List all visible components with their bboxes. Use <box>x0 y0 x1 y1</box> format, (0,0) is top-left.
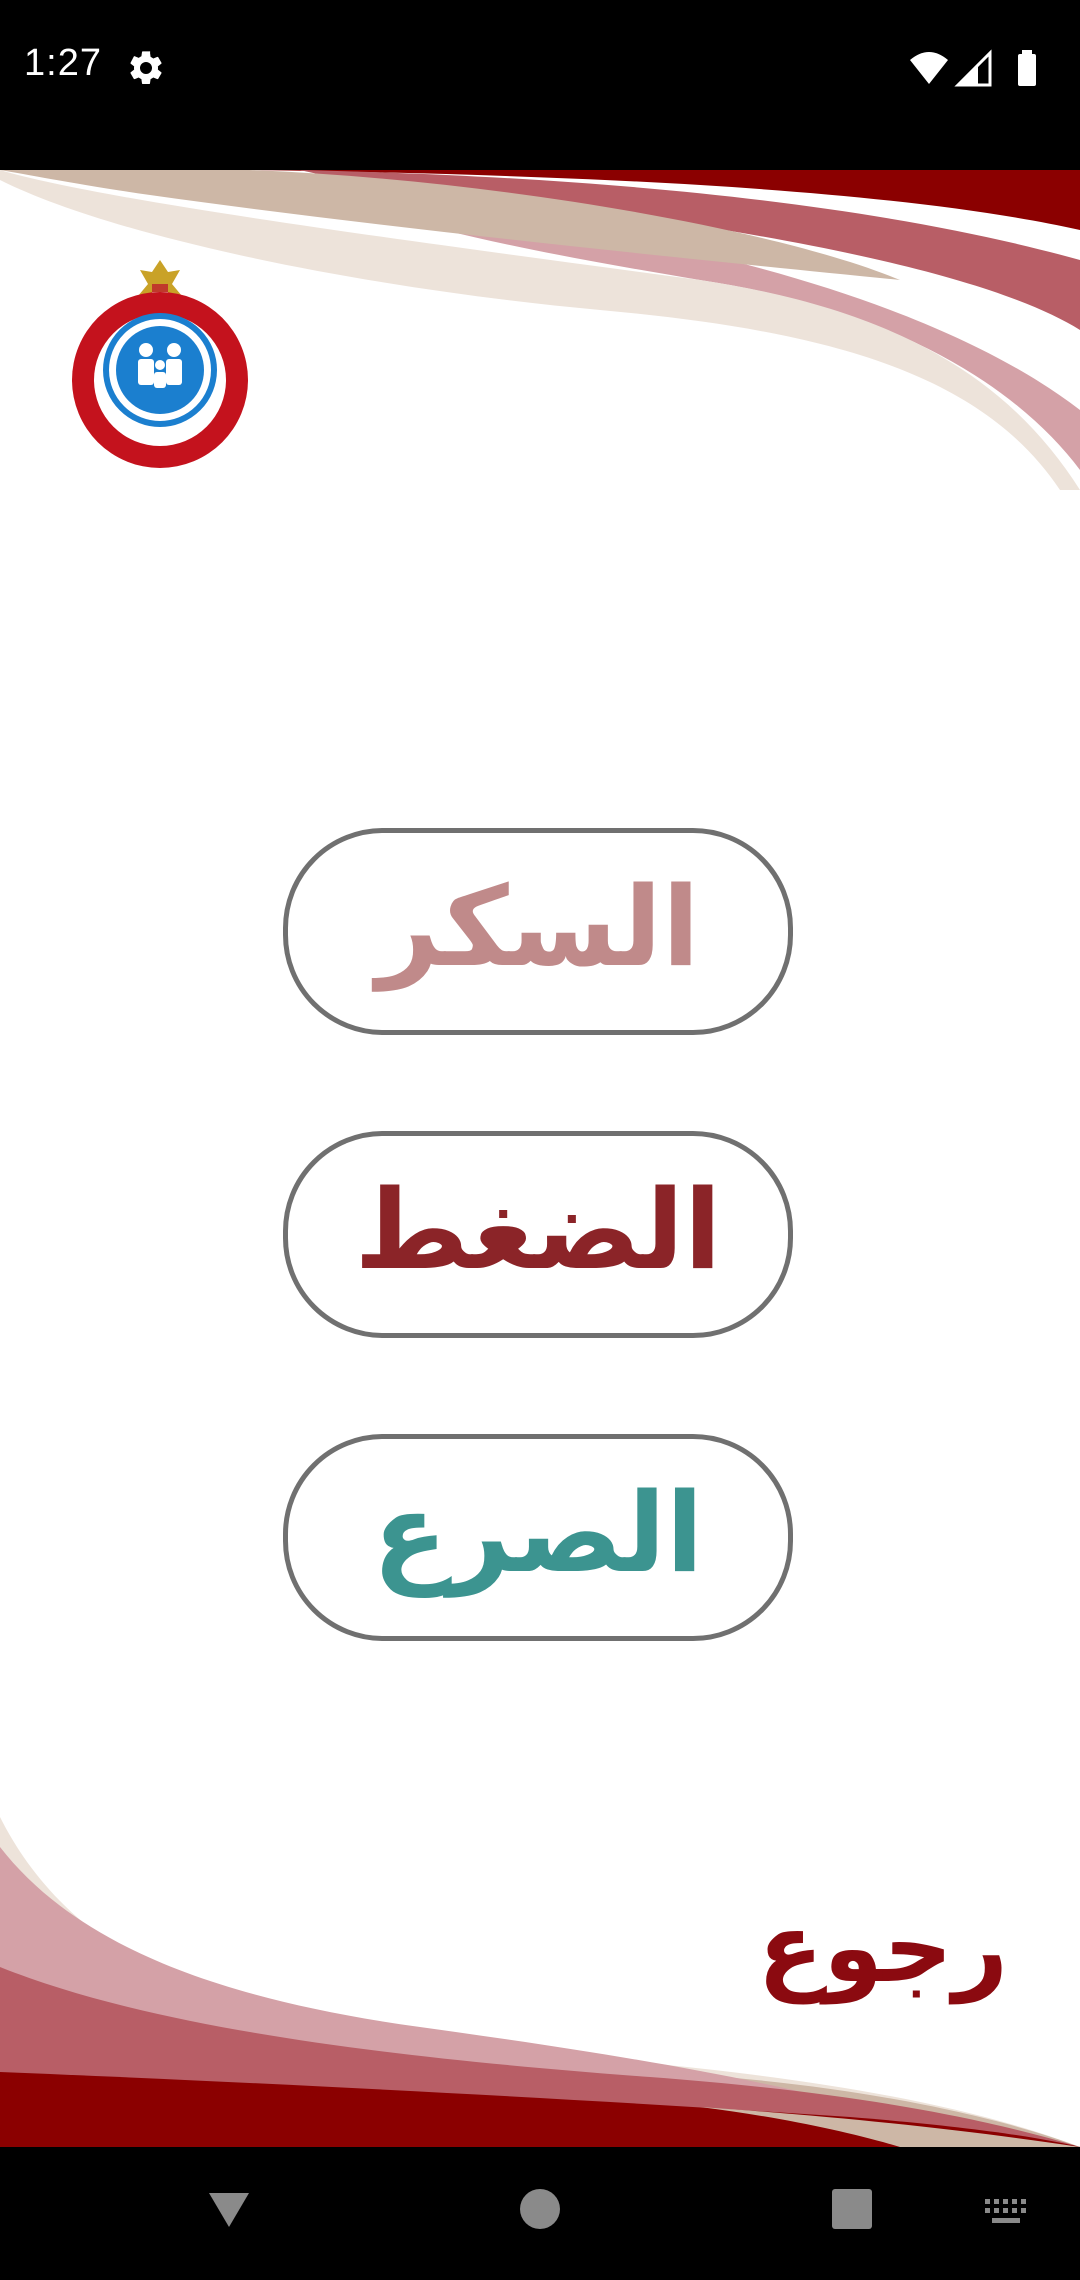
blood-pressure-button[interactable]: الضغط <box>283 1131 793 1338</box>
status-bar: 1:27 <box>0 0 1080 170</box>
keyboard-icon[interactable] <box>983 2197 1029 2227</box>
back-button-label: رجوع <box>757 1892 1008 2004</box>
main-screen: السكر الضغط الصرع رجوع <box>0 170 1080 2147</box>
sugar-button[interactable]: السكر <box>283 828 793 1035</box>
recents-square-icon[interactable] <box>828 2185 876 2233</box>
epilepsy-button[interactable]: الصرع <box>283 1434 793 1641</box>
sugar-button-label: السكر <box>376 862 700 991</box>
cell-signal-icon <box>954 49 992 87</box>
back-triangle-icon[interactable] <box>205 2185 253 2233</box>
status-time: 1:27 <box>24 42 102 84</box>
navigation-bar <box>0 2147 1080 2280</box>
status-right-icons <box>910 49 1036 87</box>
wifi-icon <box>910 52 948 84</box>
battery-icon <box>1018 50 1036 86</box>
settings-gear-icon <box>130 51 162 84</box>
blood-pressure-button-label: الضغط <box>354 1165 722 1294</box>
back-button[interactable]: رجوع <box>758 1900 1008 1996</box>
ministry-of-health-logo <box>72 260 248 468</box>
epilepsy-button-label: الصرع <box>372 1468 704 1597</box>
home-circle-icon[interactable] <box>516 2185 564 2233</box>
